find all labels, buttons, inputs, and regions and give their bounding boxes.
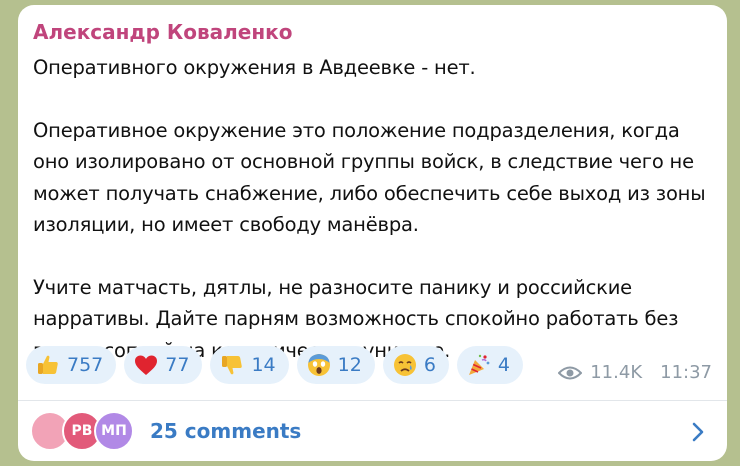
reaction-count: 14 xyxy=(251,354,276,376)
comments-button[interactable]: PB МП 25 comments xyxy=(18,400,727,461)
paragraph-2: Оперативное окружение это положение подр… xyxy=(33,118,706,237)
comments-label: 25 comments xyxy=(150,419,302,443)
reaction-count: 12 xyxy=(337,354,362,376)
reactions-bar: 757 77 14 12 6 4 xyxy=(26,346,524,384)
author-name[interactable]: Александр Коваленко xyxy=(33,20,292,44)
crying-face-icon xyxy=(393,354,416,376)
avatar: МП xyxy=(94,411,134,451)
commenter-avatars: PB МП xyxy=(30,411,140,451)
screaming-face-icon xyxy=(307,354,330,376)
thumbs-down-icon xyxy=(222,356,243,375)
message-meta: 11.4K 11:37 xyxy=(558,362,712,383)
chevron-right-icon xyxy=(692,422,704,442)
reaction-count: 757 xyxy=(67,354,104,376)
reaction-thumbs-down[interactable]: 14 xyxy=(210,346,289,384)
message-text: Оперативного окружения в Авдеевке - нет.… xyxy=(33,52,713,366)
eye-icon xyxy=(558,366,583,379)
reaction-scream[interactable]: 12 xyxy=(296,346,375,384)
thumbs-up-icon xyxy=(38,355,58,374)
red-heart-icon xyxy=(135,355,158,375)
message-bubble: Александр Коваленко Оперативного окружен… xyxy=(18,5,727,461)
reaction-count: 6 xyxy=(423,354,436,376)
reaction-thumbs-up[interactable]: 757 xyxy=(26,346,117,384)
reaction-party[interactable]: 4 xyxy=(456,346,524,384)
message-time: 11:37 xyxy=(660,362,712,383)
paragraph-1: Оперативного окружения в Авдеевке - нет. xyxy=(33,56,476,79)
reaction-count: 4 xyxy=(497,354,511,376)
reaction-crying[interactable]: 6 xyxy=(382,346,449,384)
party-popper-icon xyxy=(468,354,490,375)
view-count: 11.4K xyxy=(590,362,643,383)
reaction-heart[interactable]: 77 xyxy=(124,346,203,384)
reaction-count: 77 xyxy=(165,354,190,376)
